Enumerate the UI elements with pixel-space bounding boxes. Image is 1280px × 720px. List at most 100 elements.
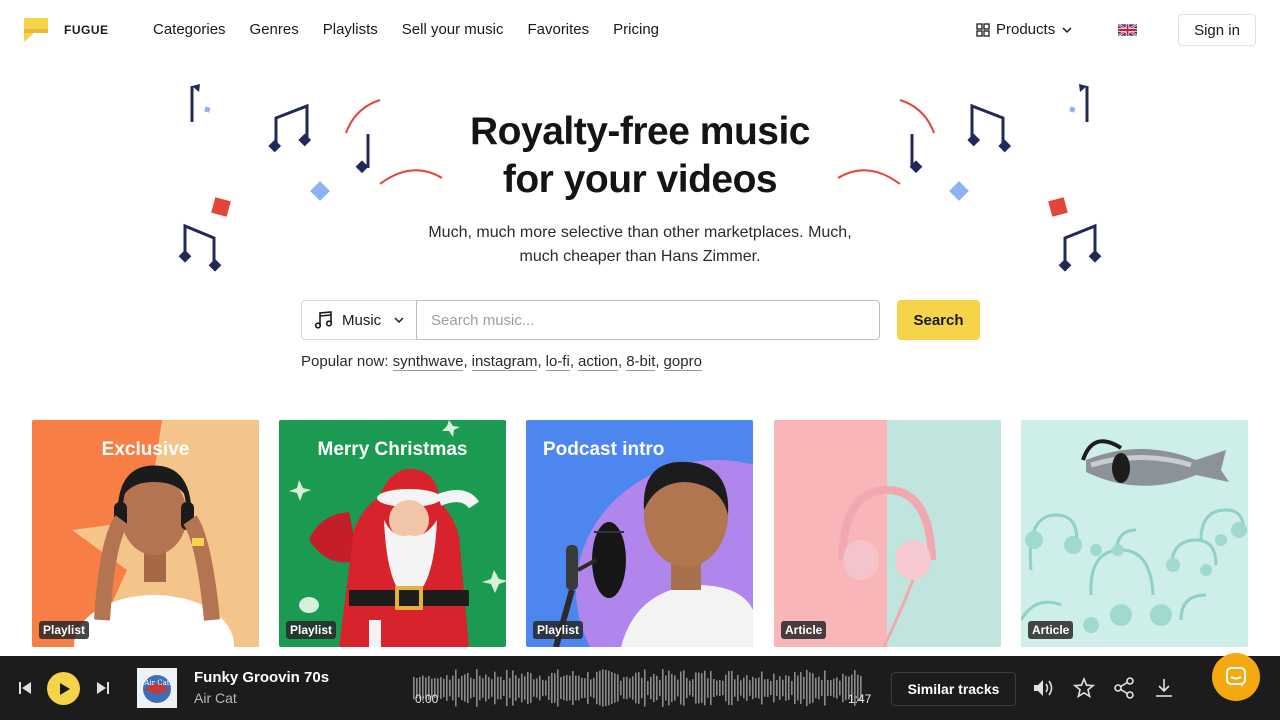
waveform-bar <box>665 675 667 701</box>
waveform-bar <box>572 670 574 706</box>
search-type-select[interactable]: Music <box>301 300 417 340</box>
favorite-button[interactable] <box>1072 676 1096 700</box>
waveform-bar <box>755 678 757 698</box>
waveform-bar <box>749 680 751 696</box>
popular-tag-gopro[interactable]: gopro <box>663 353 702 371</box>
waveform-bar <box>461 675 463 701</box>
waveform-bar <box>818 676 820 700</box>
waveform-bar <box>596 671 598 705</box>
track-artist[interactable]: Air Cat <box>194 690 237 706</box>
hero-subtitle-line2: much cheaper than Hans Zimmer. <box>519 248 761 265</box>
popular-tag-action[interactable]: action <box>577 353 619 371</box>
track-cover-art: Air Cat <box>137 668 177 708</box>
music-note-icon <box>274 103 309 145</box>
pink-headphones-image <box>838 420 1001 647</box>
card-badge: Playlist <box>533 621 584 639</box>
search-button[interactable]: Search <box>897 300 980 340</box>
waveform-bar <box>470 677 472 699</box>
waveform-bar <box>677 679 679 697</box>
waveform-bar <box>839 680 841 696</box>
waveform-bar <box>641 677 643 699</box>
play-button[interactable] <box>47 672 80 705</box>
waveform-bar <box>791 680 793 696</box>
waveform-bar <box>626 676 628 700</box>
popular-now: Popular now: synthwave, instagram, lo-fi… <box>301 353 702 371</box>
sign-in-button[interactable]: Sign in <box>1178 14 1256 46</box>
waveform-bar <box>590 679 592 697</box>
card-title: Exclusive <box>101 439 190 460</box>
waveform-bar <box>605 669 607 707</box>
share-button[interactable] <box>1112 676 1136 700</box>
waveform-bar <box>614 673 616 703</box>
popular-tag-8-bit[interactable]: 8-bit <box>626 353 656 371</box>
popular-tag-instagram[interactable]: instagram <box>471 353 538 371</box>
download-button[interactable] <box>1152 676 1176 700</box>
waveform-bar <box>575 675 577 701</box>
waveform-bar <box>743 677 745 699</box>
products-menu[interactable]: Products <box>976 21 1073 38</box>
waveform-bar <box>599 670 601 706</box>
similar-tracks-button[interactable]: Similar tracks <box>891 672 1016 706</box>
waveform-bar <box>800 672 802 704</box>
waveform-bar <box>845 675 847 701</box>
waveform-bar <box>560 677 562 699</box>
waveform-bar <box>785 675 787 701</box>
waveform-bar <box>566 675 568 701</box>
card-badge: Article <box>1028 621 1074 639</box>
popular-tag-lo-fi[interactable]: lo-fi <box>545 353 570 371</box>
nav-favorites[interactable]: Favorites <box>527 21 589 38</box>
nav-playlists[interactable]: Playlists <box>323 21 378 38</box>
waveform-bar <box>836 677 838 699</box>
hero-subtitle: Much, much more selective than other mar… <box>400 221 880 269</box>
search-input[interactable] <box>416 300 880 340</box>
waveform-bar <box>503 680 505 696</box>
popular-tag-synthwave[interactable]: synthwave <box>392 353 464 371</box>
waveform-bar <box>617 674 619 702</box>
waveform-bar <box>653 673 655 703</box>
waveform-bar <box>692 679 694 697</box>
waveform-bar <box>578 675 580 701</box>
nav-genres[interactable]: Genres <box>250 21 299 38</box>
waveform-bar <box>467 672 469 704</box>
nav-pricing[interactable]: Pricing <box>613 21 659 38</box>
waveform-bar <box>473 678 475 698</box>
nav-categories[interactable]: Categories <box>153 21 226 38</box>
volume-button[interactable] <box>1031 676 1055 700</box>
waveform-bar <box>716 680 718 696</box>
waveform-bar <box>842 673 844 703</box>
waveform-bar <box>581 677 583 699</box>
card-article-fish[interactable]: Article <box>1021 420 1248 647</box>
waveform-bar <box>632 676 634 700</box>
previous-track-button[interactable] <box>16 678 34 698</box>
products-label: Products <box>996 21 1056 38</box>
audio-player: Air Cat Funky Groovin 70s Air Cat 0:00 1… <box>0 656 1280 720</box>
next-track-button[interactable] <box>94 678 112 698</box>
waveform-bar <box>806 669 808 707</box>
waveform-bar <box>740 680 742 696</box>
waveform-bar <box>710 671 712 705</box>
play-icon <box>59 682 70 695</box>
waveform-seekbar[interactable] <box>412 668 864 708</box>
waveform-bar <box>746 675 748 701</box>
waveform-bar <box>674 675 676 701</box>
waveform-bar <box>497 676 499 700</box>
uk-flag-icon[interactable] <box>1118 24 1137 36</box>
waveform-bar <box>695 672 697 704</box>
card-exclusive[interactable]: Exclusive Playlist <box>32 420 259 647</box>
skip-forward-icon <box>97 682 109 694</box>
card-article-headphones[interactable]: Article <box>774 420 1001 647</box>
waveform-bar <box>569 675 571 701</box>
search-type-label: Music <box>342 311 382 329</box>
chat-button[interactable] <box>1212 653 1260 701</box>
waveform-bar <box>719 680 721 696</box>
waveform-bar <box>812 673 814 703</box>
waveform-bar <box>446 675 448 701</box>
waveform-bar <box>647 680 649 696</box>
logo[interactable]: FUGUE <box>24 18 108 42</box>
waveform-bar <box>494 671 496 705</box>
card-podcast-intro[interactable]: Podcast intro Playlist <box>526 420 753 647</box>
nav-sell-your-music[interactable]: Sell your music <box>402 21 504 38</box>
card-merry-christmas[interactable]: Merry Christmas Playlist <box>279 420 506 647</box>
waveform-bar <box>686 677 688 699</box>
waveform-bar <box>512 670 514 706</box>
